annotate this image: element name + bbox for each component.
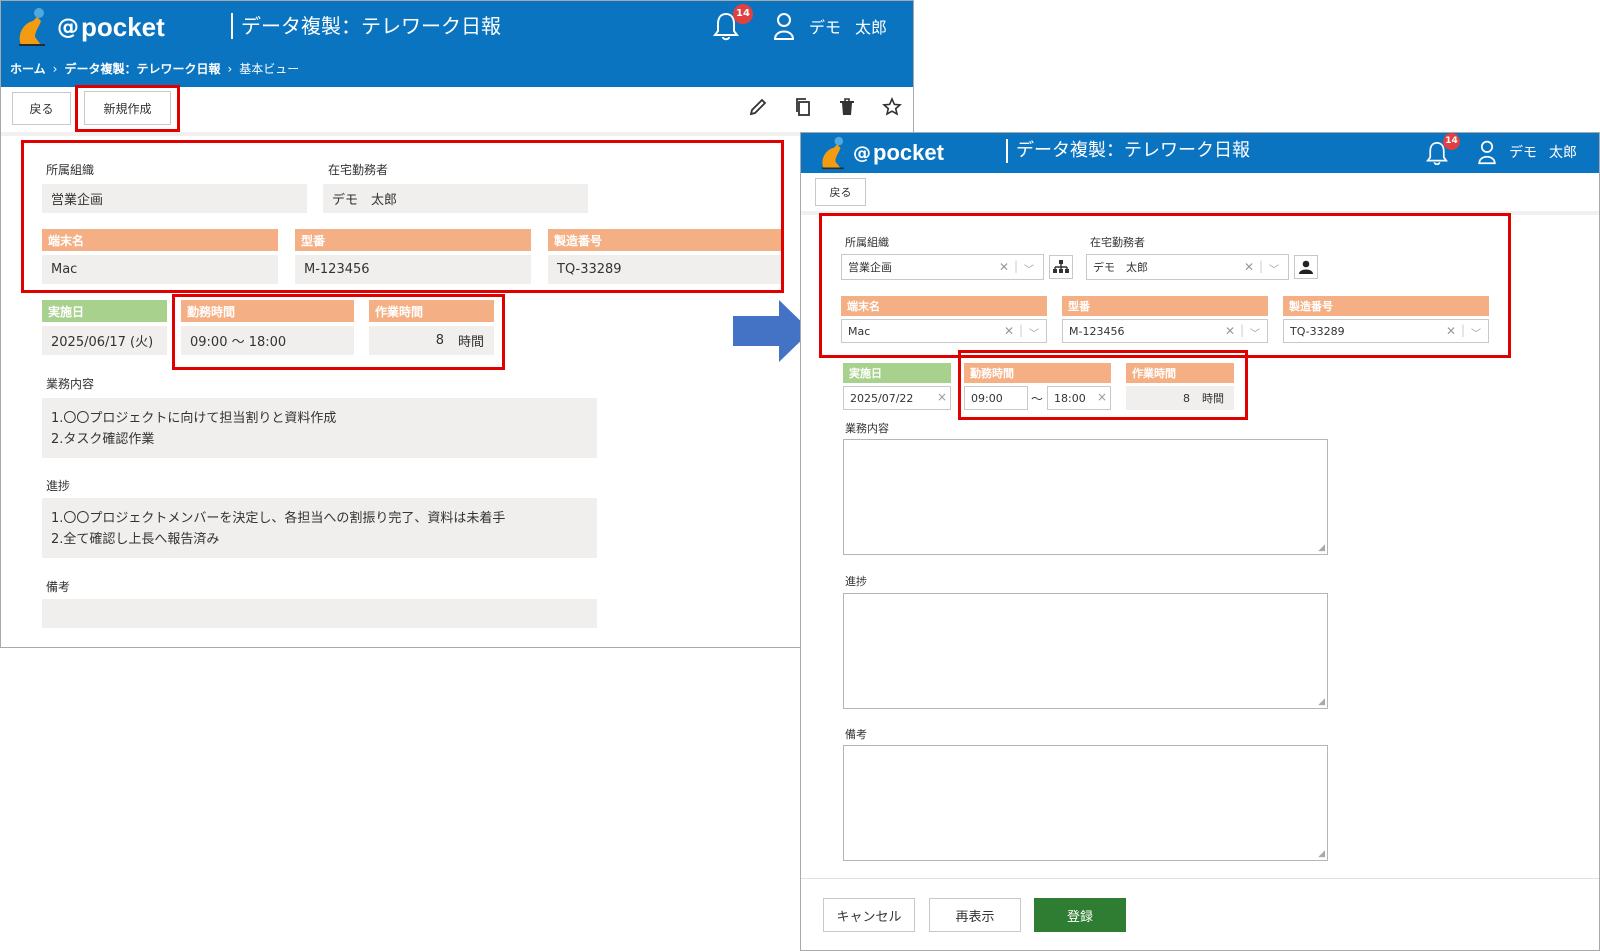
- kangaroo-logo-icon: [821, 136, 844, 170]
- right-progress-label: 進捗: [845, 575, 867, 588]
- breadcrumb-view: 基本ビュー: [239, 62, 300, 76]
- highlight-basic-info: [21, 140, 784, 293]
- highlight-new-button: [75, 85, 180, 132]
- right-back-button[interactable]: 戻る: [815, 178, 866, 206]
- left-toolbar-divider: [1, 132, 913, 136]
- progress-label: 進捗: [46, 479, 71, 493]
- notes-label: 備考: [46, 580, 71, 594]
- tasks-line-1: 1.〇〇プロジェクトに向けて担当割りと資料作成: [51, 411, 337, 426]
- notes-value: [42, 599, 597, 628]
- right-user-menu[interactable]: デモ 太郎: [1477, 139, 1577, 165]
- right-date-input[interactable]: 2025/07/22 ×: [843, 386, 951, 410]
- star-icon[interactable]: [882, 97, 902, 122]
- kangaroo-logo-icon: [19, 8, 45, 46]
- left-breadcrumb: ホーム › データ複製：テレワーク日報 › 基本ビュー: [10, 60, 299, 77]
- right-user-icon: [1478, 140, 1496, 165]
- right-page-title: データ複製：テレワーク日報: [1006, 139, 1250, 163]
- right-date-value: 2025/07/22: [850, 391, 914, 405]
- right-user-last-name: 太郎: [1549, 145, 1577, 161]
- progress-line-2: 2.全て確認し上長へ報告済み: [51, 532, 220, 547]
- left-logo-text: pocket: [81, 11, 165, 42]
- right-notification-badge: 14: [1443, 133, 1460, 150]
- right-user-first-name: デモ: [1509, 145, 1537, 161]
- pencil-icon[interactable]: [748, 97, 768, 122]
- right-logo-at: @: [853, 142, 871, 164]
- date-value: 2025/06/17 (火): [42, 326, 167, 355]
- left-logo-at: @: [57, 14, 79, 40]
- date-header: 実施日: [42, 300, 167, 322]
- right-notes-label: 備考: [845, 728, 867, 741]
- resize-grip[interactable]: ◢: [1318, 849, 1325, 859]
- left-user-first-name: デモ: [809, 18, 842, 37]
- right-logo[interactable]: @ pocket: [815, 133, 944, 173]
- footer-divider: [801, 878, 1599, 879]
- cancel-button[interactable]: キャンセル: [823, 898, 915, 932]
- left-notification-badge: 14: [733, 4, 753, 24]
- highlight-time-info: [172, 294, 505, 370]
- progress-textarea[interactable]: ◢: [843, 593, 1328, 709]
- right-window: @ pocket データ複製：テレワーク日報 14 デモ 太郎 戻る 所属組織 …: [800, 132, 1600, 951]
- highlight-time-info-copied: [958, 350, 1248, 420]
- left-page-title: データ複製：テレワーク日報: [231, 13, 501, 39]
- progress-value: 1.〇〇プロジェクトメンバーを決定し、各担当への割振り完了、資料は未着手 2.全…: [42, 498, 597, 558]
- breadcrumb-separator: ›: [227, 62, 233, 76]
- tasks-value: 1.〇〇プロジェクトに向けて担当割りと資料作成 2.タスク確認作業: [42, 398, 597, 458]
- tasks-label: 業務内容: [46, 377, 95, 391]
- right-date-header: 実施日: [843, 363, 951, 383]
- redisplay-button[interactable]: 再表示: [929, 898, 1021, 932]
- clear-icon[interactable]: ×: [937, 390, 947, 404]
- tasks-textarea[interactable]: ◢: [843, 439, 1328, 555]
- left-user-last-name: 太郎: [855, 18, 888, 37]
- left-back-button[interactable]: 戻る: [12, 92, 71, 125]
- resize-grip[interactable]: ◢: [1318, 697, 1325, 707]
- notes-textarea[interactable]: ◢: [843, 745, 1328, 861]
- left-user-icon: [773, 13, 795, 40]
- left-logo[interactable]: @ pocket: [11, 5, 165, 49]
- left-user-menu[interactable]: デモ 太郎: [773, 11, 887, 41]
- breadcrumb-page[interactable]: データ複製：テレワーク日報: [64, 62, 220, 76]
- tasks-line-2: 2.タスク確認作業: [51, 432, 155, 447]
- copy-icon[interactable]: [793, 97, 813, 122]
- highlight-basic-info-copied: [819, 213, 1511, 358]
- breadcrumb-separator: ›: [52, 62, 58, 76]
- right-logo-text: pocket: [873, 140, 944, 165]
- breadcrumb-home[interactable]: ホーム: [10, 62, 46, 76]
- progress-line-1: 1.〇〇プロジェクトメンバーを決定し、各担当への割振り完了、資料は未着手: [51, 511, 506, 526]
- register-button[interactable]: 登録: [1034, 898, 1126, 932]
- resize-grip[interactable]: ◢: [1318, 543, 1325, 553]
- trash-icon[interactable]: [837, 97, 857, 122]
- right-tasks-label: 業務内容: [845, 422, 889, 435]
